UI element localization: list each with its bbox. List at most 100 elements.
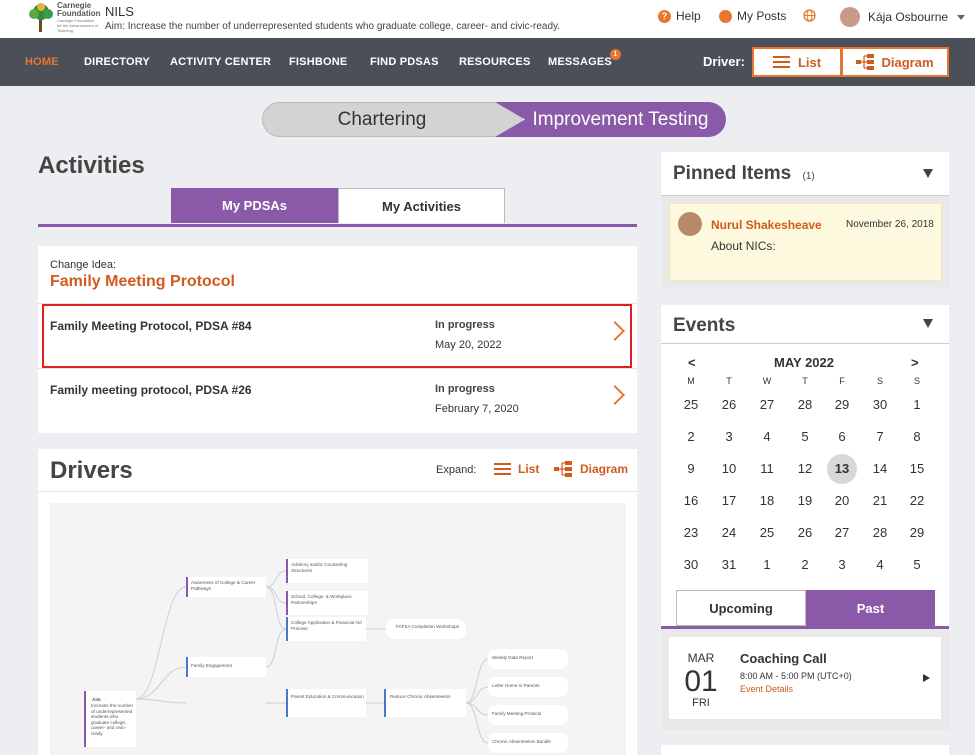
stage-improvement-testing[interactable]: Improvement Testing [495,102,726,137]
calendar-day[interactable]: 29 [902,518,932,548]
pdsa-row[interactable]: Family meeting protocol, PDSA #26 In pro… [38,368,637,432]
stage-selector: Chartering Improvement Testing [262,102,726,137]
activities-tabs: My PDSAs My Activities [171,188,505,224]
nav-find-pdsas[interactable]: FIND PDSAS [370,56,439,68]
tab-past[interactable]: Past [806,590,935,626]
pinned-item[interactable]: Nurul Shakesheave November 26, 2018 Abou… [669,203,942,281]
nav-activity-center[interactable]: ACTIVITY CENTER [170,56,271,68]
calendar-day[interactable]: 26 [790,518,820,548]
change-idea-title[interactable]: Family Meeting Protocol [50,273,235,291]
calendar-day[interactable]: 3 [714,422,744,452]
pinned-author[interactable]: Nurul Shakesheave [711,218,822,232]
calendar-day[interactable]: 7 [865,422,895,452]
author-avatar [678,212,702,236]
nav-resources[interactable]: RESOURCES [459,56,530,68]
collapse-icon[interactable] [923,169,933,178]
change-idea-node: Weekly Data Report [492,655,534,660]
event-card[interactable]: MAR 01 FRI Coaching Call 8:00 AM - 5:00 … [669,637,941,719]
change-idea-label: Change Idea: [50,259,117,271]
pinned-items-title: Pinned Items (1) [673,163,815,185]
my-posts-label: My Posts [737,9,787,23]
drivers-title: Drivers [50,457,133,484]
calendar-day[interactable]: 28 [865,518,895,548]
messages-badge: 1 [609,49,621,60]
chevron-right-icon[interactable] [605,385,625,405]
events-title: Events [673,315,736,336]
calendar-day[interactable]: 29 [827,390,857,420]
calendar-day[interactable]: 14 [865,454,895,484]
calendar-day[interactable]: 6 [827,422,857,452]
carnegie-logo[interactable]: Carnegie Foundation Carnegie Foundation … [27,2,101,36]
calendar-day[interactable]: 13 [827,454,857,484]
calendar-day[interactable]: 9 [676,454,706,484]
pdsa-date: February 7, 2020 [435,403,519,415]
driver-diagram-button[interactable]: Diagram [841,47,949,77]
calendar-day[interactable]: 5 [902,550,932,580]
stage-chartering[interactable]: Chartering [262,102,522,137]
tab-my-pdsas[interactable]: My PDSAs [171,188,338,223]
calendar-day[interactable]: 12 [790,454,820,484]
calendar-day[interactable]: 24 [714,518,744,548]
event-details-link[interactable]: Event Details [740,684,793,694]
weekday-label: S [913,376,920,386]
play-icon[interactable] [923,674,930,682]
calendar-day[interactable]: 21 [865,486,895,516]
calendar-day[interactable]: 30 [676,550,706,580]
primary-driver-node: Awareness of College & Career Pathways [191,580,256,591]
calendar-day[interactable]: 27 [752,390,782,420]
primary-driver-node: Parent Education & Communication [291,694,364,699]
calendar-day[interactable]: 25 [752,518,782,548]
weekday-label: M [687,376,695,386]
calendar-day[interactable]: 15 [902,454,932,484]
nav-directory[interactable]: DIRECTORY [84,56,150,68]
calendar-day[interactable]: 20 [827,486,857,516]
calendar-day[interactable]: 28 [790,390,820,420]
calendar-day[interactable]: 4 [752,422,782,452]
help-link[interactable]: ? Help [658,9,701,23]
calendar-day[interactable]: 17 [714,486,744,516]
calendar-day[interactable]: 22 [902,486,932,516]
my-posts-link[interactable]: My Posts [719,9,786,23]
driver-list-button[interactable]: List [752,47,842,77]
calendar-day[interactable]: 8 [902,422,932,452]
diagram-icon [856,54,875,70]
calendar-day[interactable]: 18 [752,486,782,516]
list-icon [494,463,511,475]
calendar-day[interactable]: 2 [790,550,820,580]
calendar-day[interactable]: 27 [827,518,857,548]
calendar-day[interactable]: 26 [714,390,744,420]
calendar-day[interactable]: 5 [790,422,820,452]
tab-my-activities[interactable]: My Activities [338,188,505,223]
event-month: MAR [687,651,715,665]
calendar-day[interactable]: 10 [714,454,744,484]
calendar-day[interactable]: 19 [790,486,820,516]
calendar-day[interactable]: 1 [752,550,782,580]
calendar-day[interactable]: 3 [827,550,857,580]
edit-icon [719,9,732,23]
nav-messages[interactable]: MESSAGES 1 [548,49,621,68]
logo-text: Carnegie Foundation Carnegie Foundation … [57,1,101,34]
calendar-day[interactable]: 31 [714,550,744,580]
calendar-day[interactable]: 30 [865,390,895,420]
language-button[interactable] [803,9,816,22]
tab-upcoming[interactable]: Upcoming [676,590,806,626]
nav-home[interactable]: HOME [25,56,59,68]
calendar-next-button[interactable]: > [911,355,919,370]
calendar-day[interactable]: 16 [676,486,706,516]
calendar-day[interactable]: 23 [676,518,706,548]
calendar-day[interactable]: 4 [865,550,895,580]
driver-diagram[interactable]: Aim Increase the number of underrepresen… [50,503,626,755]
collapse-icon[interactable] [923,319,933,328]
calendar-day[interactable]: 25 [676,390,706,420]
expand-diagram-link[interactable]: Diagram [554,461,628,477]
aim-node-text: Increase the number of underrepresented … [91,703,134,736]
calendar-day[interactable]: 1 [902,390,932,420]
calendar-day[interactable]: 11 [752,454,782,484]
nav-fishbone[interactable]: FISHBONE [289,56,347,68]
expand-list-link[interactable]: List [494,462,539,476]
calendar-day[interactable]: 2 [676,422,706,452]
event-weekday: FRI [692,697,710,709]
change-idea-node: FAFSA Completion Workshops [396,624,459,629]
calendar-prev-button[interactable]: < [688,355,696,370]
user-menu[interactable]: Kája Osbourne [840,7,966,27]
